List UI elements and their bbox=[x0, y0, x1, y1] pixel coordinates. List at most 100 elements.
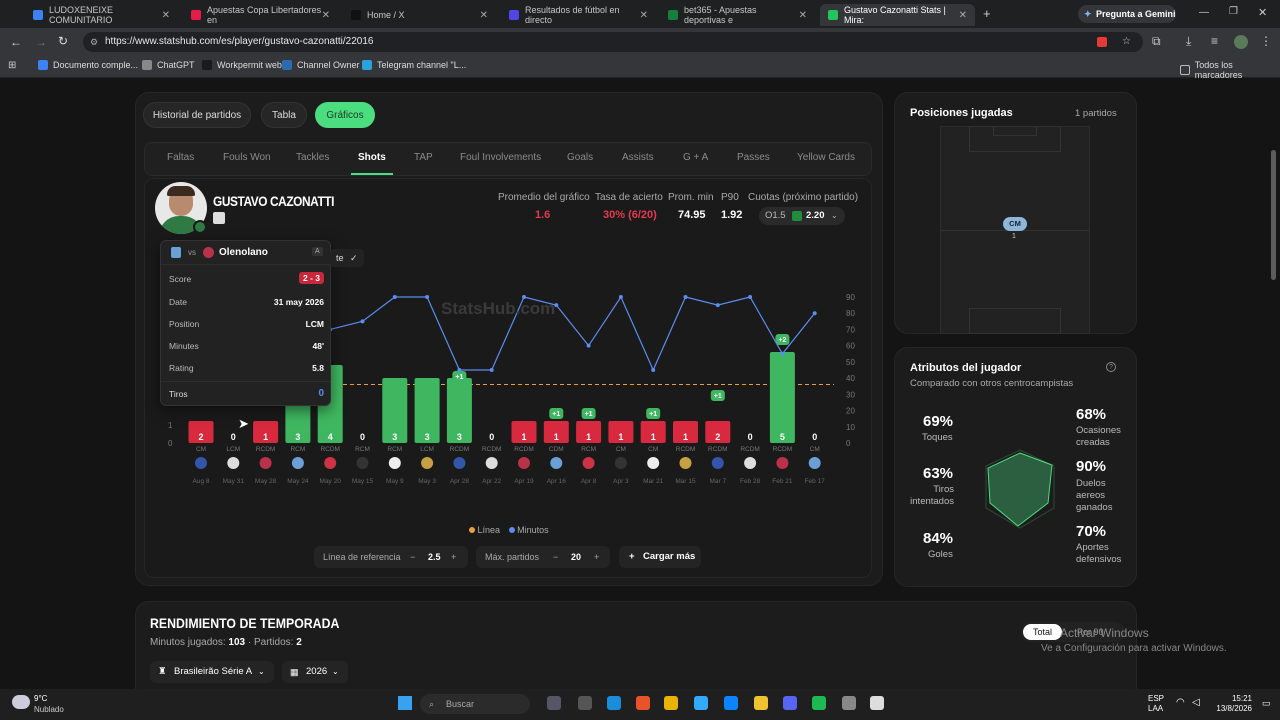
steam-icon[interactable] bbox=[870, 696, 884, 710]
wifi-icon[interactable]: ◠ bbox=[1176, 697, 1185, 708]
page-scrollbar[interactable] bbox=[1271, 150, 1276, 280]
bookmark-label: Channel Owner bbox=[297, 60, 360, 70]
chrome-icon[interactable] bbox=[664, 696, 678, 710]
notes-icon[interactable] bbox=[842, 696, 856, 710]
avg-value: 1.6 bbox=[535, 209, 551, 221]
active-tab-underline bbox=[351, 173, 393, 175]
clock[interactable]: 15:21 13/8/2026 bbox=[1212, 694, 1252, 714]
stat-tab-foul-involvements[interactable]: Foul Involvements bbox=[460, 152, 541, 163]
tab-favicon-icon bbox=[191, 10, 201, 20]
apps-icon[interactable]: ⊞ bbox=[8, 60, 16, 71]
max-plus-button[interactable]: + bbox=[594, 546, 599, 568]
bookmark-star-icon[interactable]: ☆ bbox=[1122, 32, 1131, 52]
all-bookmarks[interactable]: Todos los marcadores bbox=[1180, 60, 1280, 80]
bookmark-item[interactable]: Telegram channel "L... bbox=[362, 60, 466, 70]
tab-close-icon[interactable]: ✕ bbox=[799, 10, 807, 21]
stat-tab-passes[interactable]: Passes bbox=[737, 152, 770, 163]
ref-minus-button[interactable]: − bbox=[410, 546, 415, 568]
browser-tab-1[interactable]: LUDOXENEIXE COMUNITARIO ✕ bbox=[25, 4, 178, 26]
toggle-total-button[interactable]: Total bbox=[1023, 624, 1063, 640]
more-menu-icon[interactable]: ⋮ bbox=[1260, 34, 1272, 48]
lang-indicator[interactable]: ESP LAA bbox=[1148, 694, 1164, 714]
ref-label: Línea de referencia bbox=[323, 552, 401, 562]
load-more-button[interactable]: + Cargar más bbox=[619, 546, 701, 568]
tab-close-icon[interactable]: ✕ bbox=[322, 10, 330, 21]
window-icon[interactable] bbox=[578, 696, 592, 710]
positions-title: Posiciones jugadas bbox=[910, 107, 1013, 119]
opponent-logo-icon bbox=[518, 457, 530, 469]
max-value: 20 bbox=[571, 552, 582, 562]
tab-graficos[interactable]: Gráficos bbox=[315, 102, 375, 128]
app-icon[interactable] bbox=[694, 696, 708, 710]
taskbar-search-label: Buscar bbox=[446, 699, 475, 709]
bonus-badge-label: +1 bbox=[649, 411, 657, 418]
files-icon[interactable] bbox=[547, 696, 561, 710]
tooltip-minutes-label: Minutes bbox=[169, 341, 199, 351]
extensions-icon[interactable]: ⧉ bbox=[1152, 34, 1161, 49]
stat-tab-tap[interactable]: TAP bbox=[414, 152, 433, 163]
stat-tab-fouls-won[interactable]: Fouls Won bbox=[223, 152, 271, 163]
browser-tab-4[interactable]: Resultados de fútbol en directo ✕ bbox=[501, 4, 656, 26]
minimize-icon[interactable]: — bbox=[1199, 7, 1209, 18]
taskbar-search[interactable]: ⌕ Buscar bbox=[420, 694, 530, 714]
folder-app-icon[interactable] bbox=[754, 696, 768, 710]
bar-value-label: 0 bbox=[231, 432, 236, 442]
max-minus-button[interactable]: − bbox=[553, 546, 558, 568]
stat-tab-tackles[interactable]: Tackles bbox=[296, 152, 329, 163]
bookmark-item[interactable]: Channel Owner bbox=[282, 60, 360, 70]
site-info-icon: ⚙ bbox=[90, 37, 99, 47]
chevron-down-icon: ⌄ bbox=[831, 211, 838, 220]
tab-close-icon[interactable]: ✕ bbox=[959, 10, 967, 21]
volume-icon[interactable]: ◁ bbox=[1192, 697, 1200, 708]
maximize-icon[interactable]: ❐ bbox=[1229, 6, 1238, 17]
year-select[interactable]: ▦ 2026 ⌄ bbox=[282, 661, 348, 683]
bookmark-item[interactable]: Workpermit web bbox=[202, 60, 282, 70]
bookmark-item[interactable]: ChatGPT bbox=[142, 60, 195, 70]
spotify-icon[interactable] bbox=[812, 696, 826, 710]
odds-select[interactable]: O1.5 2.20 ⌄ bbox=[759, 207, 845, 225]
bar-value-label: 0 bbox=[360, 432, 365, 442]
stat-tab-assists[interactable]: Assists bbox=[622, 152, 654, 163]
date-label: Apr 22 bbox=[482, 478, 502, 485]
bar-value-label: 1 bbox=[521, 432, 526, 442]
date-label: May 31 bbox=[223, 478, 245, 485]
back-icon[interactable]: ← bbox=[10, 35, 22, 49]
address-bar[interactable]: ⚙ https://www.statshub.com/es/player/gus… bbox=[83, 32, 1143, 52]
profile-avatar[interactable] bbox=[1234, 35, 1248, 49]
brave-icon[interactable] bbox=[636, 696, 650, 710]
menu-list-icon[interactable]: ≡ bbox=[1211, 34, 1218, 48]
notification-icon[interactable]: ▭ bbox=[1262, 698, 1271, 709]
tab-close-icon[interactable]: ✕ bbox=[640, 10, 648, 21]
tab-close-icon[interactable]: ✕ bbox=[162, 10, 170, 21]
stat-tab-shots[interactable]: Shots bbox=[358, 152, 386, 163]
minutes-point bbox=[360, 319, 365, 324]
start-icon[interactable] bbox=[398, 696, 412, 710]
tab-tabla[interactable]: Tabla bbox=[261, 102, 307, 128]
tab-close-icon[interactable]: ✕ bbox=[480, 10, 488, 21]
stat-tab-faltas[interactable]: Faltas bbox=[167, 152, 194, 163]
reload-icon[interactable]: ↻ bbox=[58, 34, 68, 48]
stat-tab-goals[interactable]: Goals bbox=[567, 152, 593, 163]
browser-tab-3[interactable]: Home / X ✕ bbox=[343, 4, 496, 26]
legend-minutes-label: Minutos bbox=[517, 525, 549, 535]
browser-tab-2[interactable]: Apuestas Copa Libertadores en ✕ bbox=[183, 4, 338, 26]
forward-icon[interactable]: → bbox=[35, 35, 47, 49]
stat-tab-g-a[interactable]: G + A bbox=[683, 152, 708, 163]
discord-icon[interactable] bbox=[783, 696, 797, 710]
download-icon[interactable]: ⤓ bbox=[1186, 34, 1191, 49]
bookmark-item[interactable]: Documento comple... bbox=[38, 60, 138, 70]
browser-tab-6[interactable]: Gustavo Cazonatti Stats | Mira: ✕ bbox=[820, 4, 975, 26]
close-window-icon[interactable]: ✕ bbox=[1258, 6, 1267, 19]
new-tab-icon[interactable]: + bbox=[983, 6, 991, 21]
league-select[interactable]: ♜ Brasileirão Série A ⌄ bbox=[150, 661, 274, 683]
extension-red-icon[interactable] bbox=[1097, 37, 1107, 47]
store-icon[interactable] bbox=[724, 696, 738, 710]
edge-icon[interactable] bbox=[607, 696, 621, 710]
help-icon[interactable]: ? bbox=[1106, 362, 1116, 372]
ref-plus-button[interactable]: + bbox=[451, 546, 456, 568]
gemini-button[interactable]: ✦ Pregunta a Gemini bbox=[1078, 5, 1176, 23]
browser-tab-5[interactable]: bet365 - Apuestas deportivas e ✕ bbox=[660, 4, 815, 26]
tab-historial[interactable]: Historial de partidos bbox=[143, 102, 251, 128]
hidden-toggle-partial[interactable]: te ✓ bbox=[330, 249, 364, 267]
stat-tab-yellow-cards[interactable]: Yellow Cards bbox=[797, 152, 855, 163]
